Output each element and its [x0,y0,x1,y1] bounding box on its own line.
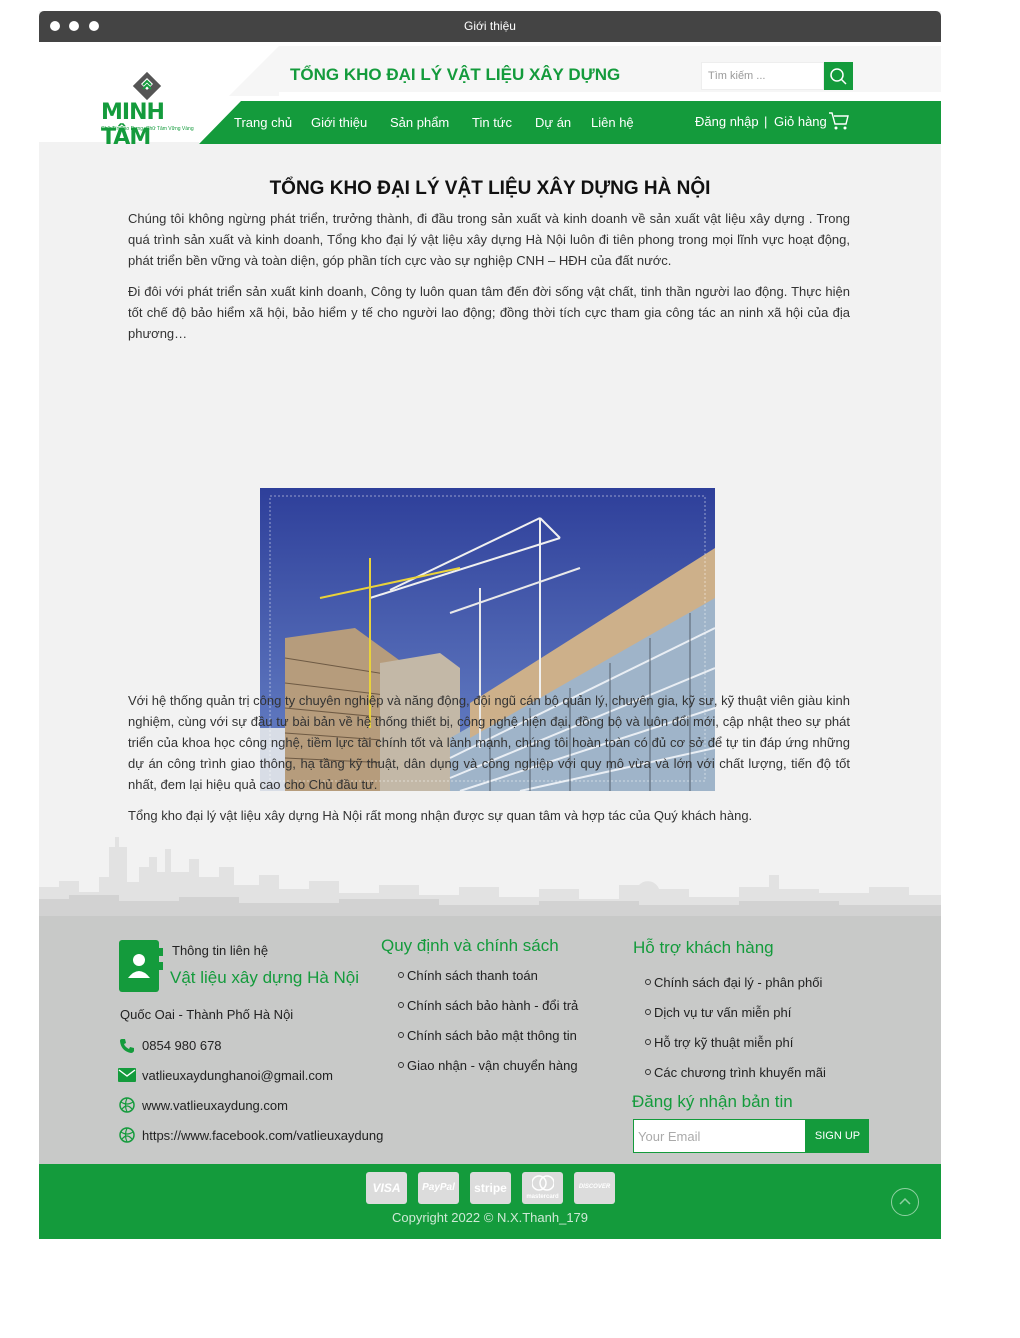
browser-window: Giới thiệu MINH TÂM Chữ Tín Tạo Dựng, Ch… [39,11,941,1239]
cart-link[interactable]: Giỏ hàng [774,114,827,129]
support-item[interactable]: Dịch vụ tư vấn miễn phí [645,1005,791,1020]
contact-email[interactable]: vatlieuxaydunghanoi@gmail.com [142,1068,333,1083]
policy-heading: Quy định và chính sách [381,936,559,955]
closing-paragraph: Tổng kho đại lý vật liệu xây dựng Hà Nội… [128,808,753,823]
stripe-card-icon: stripe [470,1172,511,1204]
city-skyline-graphic [39,837,941,917]
brand-title: TỔNG KHO ĐẠI LÝ VẬT LIỆU XÂY DỰNG [290,65,621,84]
nav-contact[interactable]: Liên hệ [591,115,634,130]
header-slant [229,46,279,96]
contact-company-name: Vật liệu xây dựng Hà Nội [170,968,360,987]
contact-facebook[interactable]: https://www.facebook.com/vatlieuxaydung [142,1128,383,1143]
nav-products[interactable]: Sản phẩm [390,115,449,130]
window-titlebar: Giới thiệu [39,11,941,42]
phone-icon [120,1039,134,1053]
visa-card-icon: VISA [366,1172,407,1204]
policy-item[interactable]: Giao nhận - vận chuyển hàng [398,1058,578,1073]
chevron-up-icon [899,1197,911,1205]
logo-mark-icon [132,71,162,101]
email-icon [118,1068,136,1082]
newsletter-heading: Đăng ký nhận bản tin [632,1092,793,1111]
nav-about[interactable]: Giới thiệu [311,115,367,130]
nav-separator: | [764,114,768,129]
contact-phone[interactable]: 0854 980 678 [142,1038,222,1053]
signup-button[interactable]: SIGN UP [806,1119,869,1153]
paypal-card-icon: PayPal [418,1172,459,1204]
policy-item[interactable]: Chính sách bảo hành - đổi trả [398,998,578,1013]
scroll-to-top-button[interactable] [891,1188,919,1216]
logo[interactable]: MINH TÂM Chữ Tín Tạo Dựng, Chữ Tâm Vững … [39,42,199,150]
page-title: TỔNG KHO ĐẠI LÝ VẬT LIỆU XÂY DỰNG HÀ NỘI [269,178,711,199]
search-icon [830,68,847,85]
window-title: Giới thiệu [464,19,516,33]
search-input[interactable]: Tìm kiếm ... [701,62,824,90]
nav-news[interactable]: Tin tức [472,115,512,130]
discover-card-icon: DISCOVER [574,1172,615,1204]
contact-book-icon [119,940,163,992]
site-header: MINH TÂM Chữ Tín Tạo Dựng, Chữ Tâm Vững … [39,42,941,150]
logo-slogan: Chữ Tín Tạo Dựng, Chữ Tâm Vững Vàng [101,126,194,132]
policy-item[interactable]: Chính sách thanh toán [398,968,538,983]
newsletter-email-input[interactable]: Your Email [633,1119,806,1153]
mastercard-circles-icon [532,1175,554,1191]
intro-paragraph-2: Đi đôi với phát triển sản xuất kinh doan… [128,284,850,341]
nav-home[interactable]: Trang chủ [234,115,292,130]
support-item[interactable]: Các chương trình khuyến mãi [645,1065,826,1080]
intro-paragraph-1: Chúng tôi không ngừng phát triển, trưởng… [128,211,850,268]
nav-projects[interactable]: Dự án [535,115,571,130]
copyright-text: Copyright 2022 © N.X.Thanh_179 [391,1210,589,1225]
globe-icon [119,1097,135,1113]
contact-label: Thông tin liên hệ [172,943,269,958]
support-heading: Hỗ trợ khách hàng [633,938,774,957]
login-link[interactable]: Đăng nhập [695,114,759,129]
support-item[interactable]: Hỗ trợ kỹ thuật miễn phí [645,1035,793,1050]
cart-icon[interactable] [828,111,850,131]
policy-item[interactable]: Chính sách bảo mật thông tin [398,1028,577,1043]
contact-website[interactable]: www.vatlieuxaydung.com [142,1098,288,1113]
globe-icon [119,1127,135,1143]
search-button[interactable] [824,62,853,90]
support-item[interactable]: Chính sách đại lý - phân phối [645,975,822,990]
contact-address: Quốc Oai - Thành Phố Hà Nội [120,1007,294,1022]
body-paragraph-3: Với hệ thống quản trị công ty chuyên ngh… [128,693,850,792]
logo-text: MINH TÂM [101,100,165,150]
